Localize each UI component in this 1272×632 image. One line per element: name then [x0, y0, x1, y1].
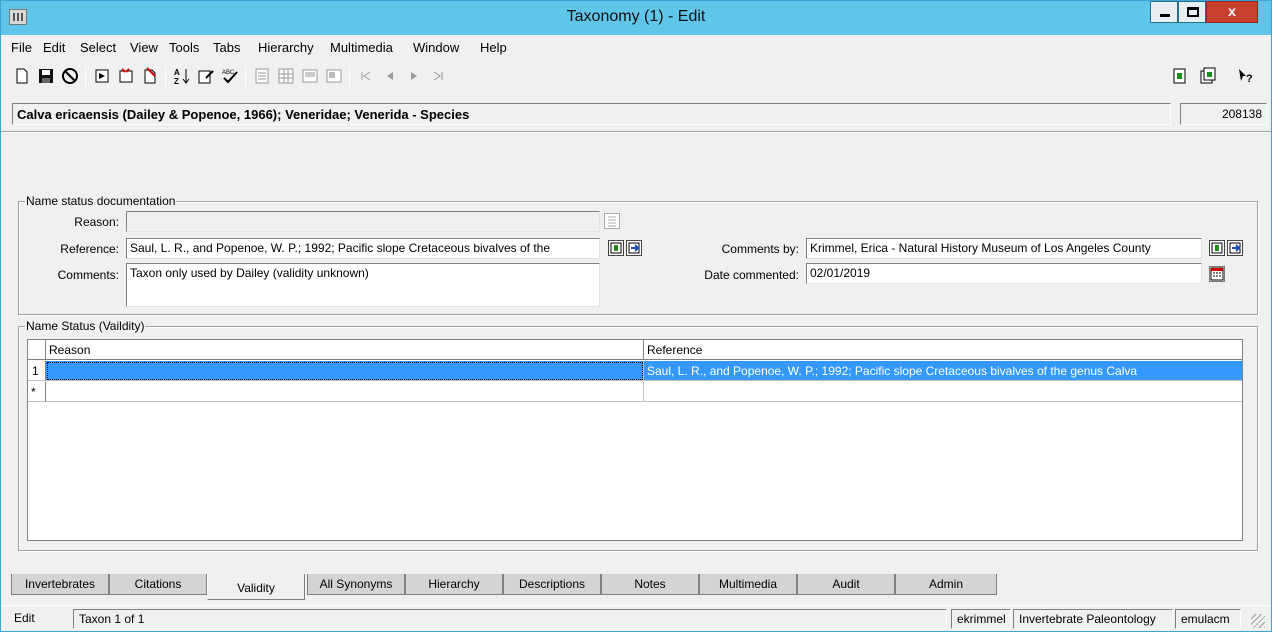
menu-bar: File Edit Select View Tools Tabs Hierarc… [1, 35, 1271, 59]
tab-bar: Invertebrates Citations Validity All Syn… [11, 574, 1271, 600]
menu-view[interactable]: View [130, 40, 158, 55]
title-bar[interactable]: Taxonomy (1) - Edit x [1, 1, 1271, 35]
tab-all-synonyms[interactable]: All Synonyms [307, 574, 405, 595]
table-row-reference-cell[interactable]: Saul, L. R., and Popenoe, W. P.; 1992; P… [644, 361, 1242, 381]
toolbar: AZ ABC ? [1, 59, 1271, 99]
reason-field[interactable] [126, 211, 600, 232]
lookup-list-icon[interactable] [604, 213, 620, 229]
spell-icon[interactable]: ABC [221, 67, 239, 85]
reason-label: Reason: [74, 215, 119, 229]
report-icon[interactable] [325, 67, 343, 85]
attach-icon[interactable] [93, 67, 111, 85]
tab-multimedia[interactable]: Multimedia [699, 574, 797, 595]
prev-icon[interactable] [381, 67, 399, 85]
record-irn: 208138 [1180, 103, 1267, 125]
status-record: Taxon 1 of 1 [73, 609, 947, 629]
menu-edit[interactable]: Edit [43, 40, 65, 55]
new-icon[interactable] [13, 67, 31, 85]
last-icon[interactable] [429, 67, 447, 85]
status-host: emulacm [1175, 609, 1241, 629]
menu-multimedia[interactable]: Multimedia [330, 40, 393, 55]
menu-select[interactable]: Select [80, 40, 116, 55]
close-button[interactable]: x [1206, 1, 1258, 23]
tab-validity[interactable]: Validity [207, 574, 305, 600]
record-summary: Calva ericaensis (Dailey & Popenoe, 1966… [12, 103, 1171, 125]
menu-file[interactable]: File [11, 40, 32, 55]
view-record-icon[interactable] [626, 240, 642, 256]
tab-descriptions[interactable]: Descriptions [503, 574, 601, 595]
tab-notes[interactable]: Notes [601, 574, 699, 595]
comments-by-view-icon[interactable] [1227, 240, 1243, 256]
maximize-button[interactable] [1178, 1, 1206, 23]
menu-help[interactable]: Help [480, 40, 507, 55]
row-number[interactable]: 1 [28, 361, 46, 381]
comments-by-label: Comments by: [721, 242, 799, 256]
status-user: ekrimmel [951, 609, 1011, 629]
table-row-reason-cell[interactable] [46, 361, 644, 381]
image-icon[interactable] [301, 67, 319, 85]
date-commented-field[interactable]: 02/01/2019 [806, 263, 1202, 284]
menu-window[interactable]: Window [413, 40, 459, 55]
tab-hierarchy[interactable]: Hierarchy [405, 574, 503, 595]
next-icon[interactable] [405, 67, 423, 85]
tab-audit[interactable]: Audit [797, 574, 895, 595]
minimize-button[interactable] [1150, 1, 1178, 23]
page-icon[interactable] [253, 67, 271, 85]
list-icon[interactable] [277, 67, 295, 85]
attach-record-icon[interactable] [608, 240, 624, 256]
new-row-reference-cell[interactable] [644, 382, 1242, 402]
group-label: Name Status (Vaildity) [25, 319, 146, 333]
discard-icon[interactable] [141, 67, 159, 85]
reference-label: Reference: [60, 242, 119, 256]
cancel-icon[interactable] [61, 67, 79, 85]
comments-by-attach-icon[interactable] [1209, 240, 1225, 256]
resize-grip-icon[interactable] [1251, 614, 1265, 628]
edit-icon[interactable] [197, 67, 215, 85]
date-commented-label: Date commented: [704, 268, 799, 282]
menu-tabs[interactable]: Tabs [213, 40, 240, 55]
menu-hierarchy[interactable]: Hierarchy [258, 40, 314, 55]
tab-invertebrates[interactable]: Invertebrates [11, 574, 109, 595]
svg-text:Z: Z [174, 77, 179, 85]
minimize-icon [1160, 14, 1170, 17]
new-row-marker[interactable]: * [28, 382, 46, 402]
tab-citations[interactable]: Citations [109, 574, 207, 595]
column-header-reference[interactable]: Reference [644, 340, 1242, 360]
comments-label: Comments: [57, 268, 119, 282]
comments-field[interactable]: Taxon only used by Dailey (validity unkn… [126, 263, 600, 307]
detach-icon[interactable] [117, 67, 135, 85]
status-bar: Edit Taxon 1 of 1 ekrimmel Invertebrate … [1, 605, 1271, 631]
menu-tools[interactable]: Tools [169, 40, 199, 55]
svg-text:?: ? [1246, 73, 1253, 85]
tab-admin[interactable]: Admin [895, 574, 997, 595]
grid-corner [28, 340, 46, 360]
calendar-icon[interactable] [1209, 266, 1225, 282]
group-label: Name status documentation [25, 194, 177, 208]
status-mode: Edit [14, 611, 35, 625]
new-row-reason-cell[interactable] [46, 382, 644, 402]
first-icon[interactable] [357, 67, 375, 85]
reference-field[interactable]: Saul, L. R., and Popenoe, W. P.; 1992; P… [126, 238, 600, 259]
close-icon: x [1228, 3, 1236, 19]
status-department: Invertebrate Paleontology [1013, 609, 1173, 629]
sort-icon[interactable]: AZ [173, 67, 191, 85]
copy-icon[interactable] [1171, 67, 1189, 85]
app-window: Taxonomy (1) - Edit x File Edit Select V… [0, 0, 1272, 632]
save-icon[interactable] [37, 67, 55, 85]
help-icon[interactable]: ? [1237, 67, 1255, 85]
comments-by-field[interactable]: Krimmel, Erica - Natural History Museum … [806, 238, 1202, 259]
maximize-icon [1187, 7, 1199, 17]
column-header-reason[interactable]: Reason [46, 340, 644, 360]
svg-text:A: A [174, 68, 180, 77]
validity-grid[interactable]: Reason Reference 1 Saul, L. R., and Pope… [27, 339, 1243, 541]
window-title: Taxonomy (1) - Edit [566, 8, 706, 25]
paste-icon[interactable] [1199, 67, 1217, 85]
